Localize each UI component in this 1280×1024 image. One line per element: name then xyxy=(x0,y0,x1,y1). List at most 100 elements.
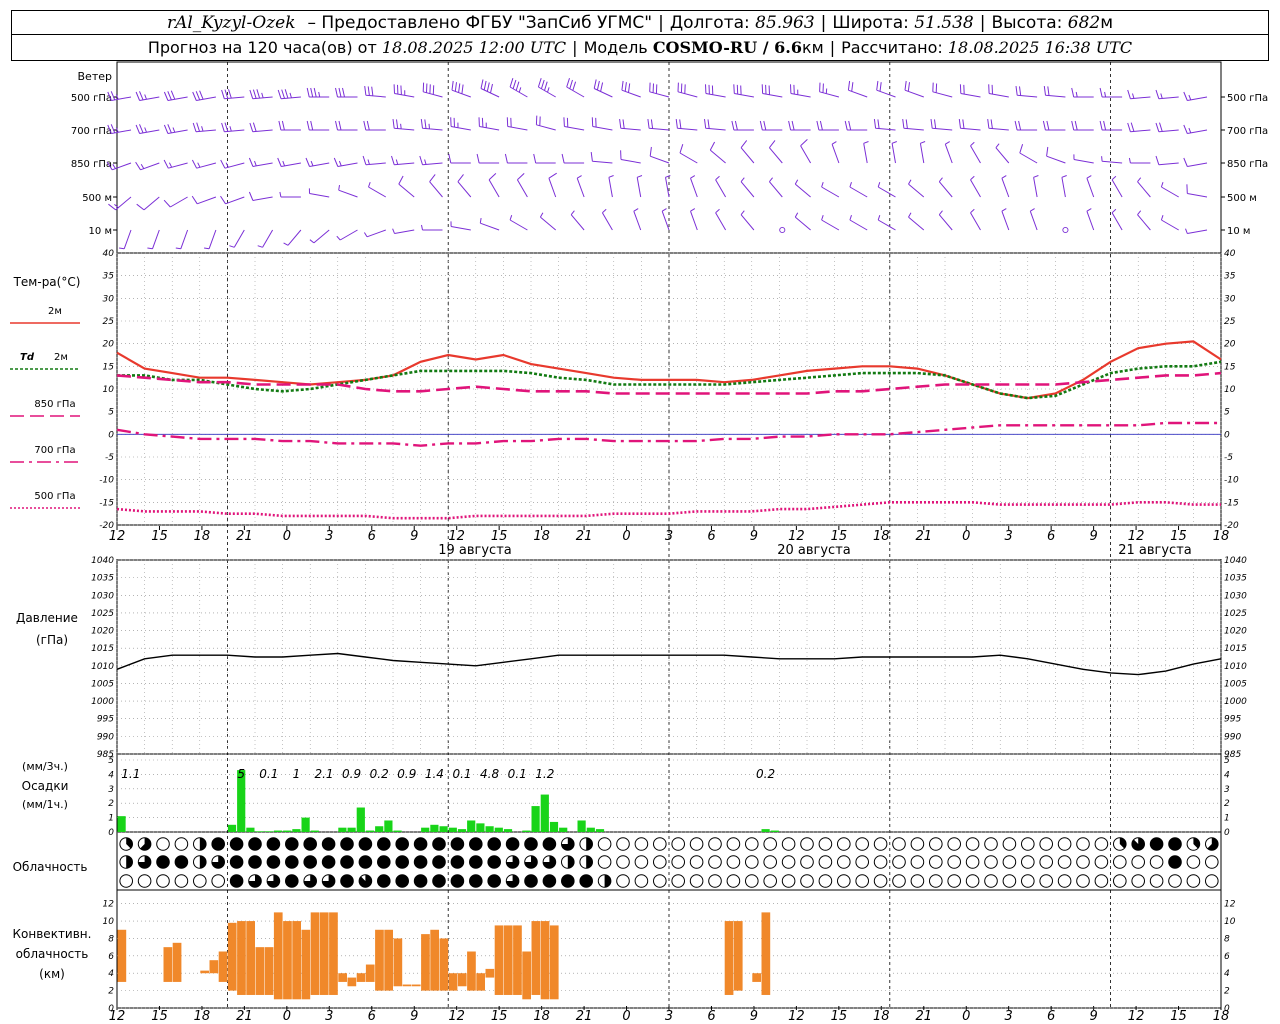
precip-bar xyxy=(310,830,319,832)
wind-barb xyxy=(204,229,217,250)
wind-barb xyxy=(306,87,330,98)
wind-barb xyxy=(506,117,528,131)
pres-tick-left: 1015 xyxy=(91,644,114,654)
wind-barb xyxy=(420,119,443,131)
convective-bar xyxy=(273,912,283,1000)
wind-barb xyxy=(675,119,698,131)
wind-barb xyxy=(790,84,811,98)
wind-barb xyxy=(1029,208,1038,231)
precip-total-label: 0.1 xyxy=(452,767,471,781)
wind-barb xyxy=(393,84,415,98)
pres-tick-left: 990 xyxy=(97,732,114,742)
wind-barb xyxy=(278,120,301,131)
cloud-symbol xyxy=(1057,874,1072,888)
wind-barb xyxy=(1160,182,1179,198)
wind-barb xyxy=(392,228,415,234)
cloud-symbol xyxy=(689,855,704,869)
convective-bar xyxy=(255,947,265,995)
cloud-fill-full xyxy=(248,837,262,851)
wind-barb xyxy=(873,119,896,131)
time-label-bottom: 3 xyxy=(1005,1009,1013,1024)
wind-barb xyxy=(221,89,245,100)
wind-barb xyxy=(970,175,981,198)
wind-level-label-right: 10 м xyxy=(1227,226,1250,237)
wind-barb xyxy=(175,229,189,250)
convective-bar xyxy=(752,973,761,982)
wind-barb xyxy=(1014,120,1038,131)
wind-barb xyxy=(769,177,783,198)
time-label-top: 18 xyxy=(873,529,890,544)
convective-bar xyxy=(209,960,219,974)
precip-total-label: 0.2 xyxy=(370,767,389,781)
cloud-symbol xyxy=(910,855,925,869)
convective-bar xyxy=(292,921,301,1000)
wind-barb xyxy=(479,218,500,231)
time-label-top: 6 xyxy=(368,529,376,544)
time-label-top: 9 xyxy=(410,529,418,544)
time-label-top: 0 xyxy=(283,529,291,544)
cloud-symbol xyxy=(1205,874,1219,888)
time-label-top: 3 xyxy=(1005,529,1013,544)
time-label-bottom: 21 xyxy=(576,1009,593,1024)
time-label-bottom: 18 xyxy=(873,1009,890,1024)
wind-barb xyxy=(593,79,613,98)
wind-level-label: 700 гПа xyxy=(71,126,112,137)
time-label-top: 6 xyxy=(707,529,715,544)
precip-total-label: 0.9 xyxy=(397,767,416,781)
wind-level-label: 850 гПа xyxy=(71,159,112,170)
convective-bar xyxy=(384,929,393,991)
time-label-bottom: 6 xyxy=(1047,1009,1055,1024)
time-label-bottom: 18 xyxy=(194,1009,211,1024)
wind-barb xyxy=(647,119,670,131)
cloud-symbol xyxy=(800,874,814,888)
temp-tick-left: 40 xyxy=(103,249,115,259)
cloud-fill-full xyxy=(1168,855,1182,869)
time-label-top: 12 xyxy=(1128,529,1145,544)
cloud-symbol xyxy=(892,874,906,888)
wind-barb xyxy=(690,208,698,231)
time-label-bottom: 6 xyxy=(707,1009,715,1024)
precip-bar xyxy=(430,824,439,832)
conv-tick-right: 10 xyxy=(1224,917,1236,927)
wind-barb xyxy=(516,173,528,198)
cloud-fill-full xyxy=(487,837,501,851)
wind-barb xyxy=(309,229,330,244)
wind-barb xyxy=(333,157,358,167)
wind-barb xyxy=(305,157,330,167)
wind-barb xyxy=(220,195,245,205)
pres-tick-right: 1020 xyxy=(1224,627,1247,637)
wind-barb xyxy=(537,78,556,98)
cloud-fill-full xyxy=(432,837,446,851)
cloud-symbol xyxy=(156,837,170,851)
cloud-fill-full xyxy=(230,874,243,888)
temp-tick-left: 15 xyxy=(103,362,115,372)
cloud-symbol xyxy=(1113,855,1127,869)
cloud-symbol xyxy=(1076,874,1090,888)
cloud-fill-full xyxy=(303,837,317,851)
wind-barb xyxy=(119,229,132,250)
cloud-symbol xyxy=(174,874,189,888)
wind-barb xyxy=(566,78,585,98)
time-label-bottom: 6 xyxy=(368,1009,376,1024)
wind-barb xyxy=(576,175,585,198)
convective-bar xyxy=(283,921,292,1000)
cloud-symbol xyxy=(873,855,888,869)
wind-barb xyxy=(335,120,358,131)
cloud-symbol xyxy=(156,874,170,888)
wind-barb xyxy=(1101,156,1123,164)
temp-tick-right: 10 xyxy=(1224,385,1236,395)
cloud-fill-full xyxy=(359,855,372,869)
precip-bar xyxy=(476,823,485,832)
precip-bar xyxy=(375,826,384,832)
wind-barb xyxy=(1111,175,1123,198)
wind-barb xyxy=(1155,89,1179,100)
pres-tick-left: 1000 xyxy=(91,697,114,707)
cloud-fill-full xyxy=(395,855,409,869)
cloud-fill-full xyxy=(451,855,464,869)
cloud-fill-part xyxy=(586,855,593,869)
convective-bar xyxy=(218,951,228,982)
wind-barb xyxy=(221,122,245,133)
convective-bar xyxy=(163,947,173,982)
wind-barb xyxy=(392,119,415,131)
precip-bar xyxy=(384,820,393,832)
